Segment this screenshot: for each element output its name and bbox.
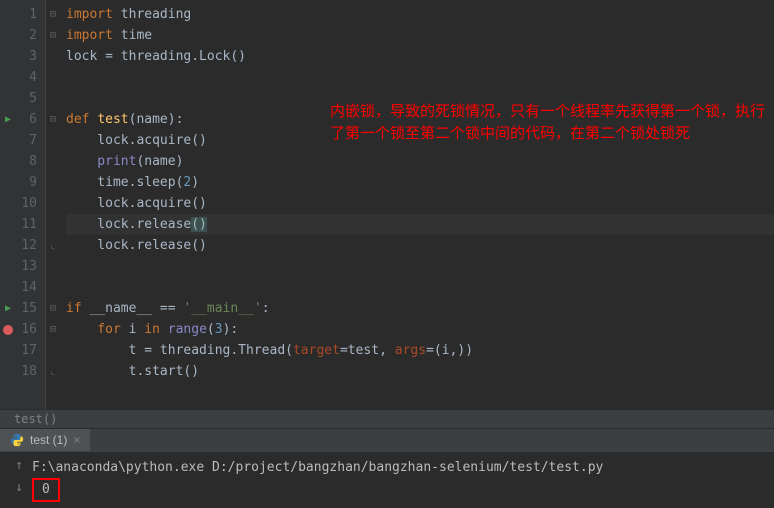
close-icon[interactable]: ×: [73, 433, 80, 447]
breakpoint-icon[interactable]: [3, 325, 13, 335]
line-number-gutter: 123 456 789 101112 131415 161718: [16, 0, 46, 409]
fold-icon[interactable]: ⊟: [46, 319, 60, 340]
scroll-up-icon[interactable]: ↑: [8, 458, 30, 480]
console-panel: ↑ ↓ F:\anaconda\python.exe D:/project/ba…: [0, 451, 774, 508]
code-editor[interactable]: import threading import time lock = thre…: [60, 0, 774, 409]
annotation-text: 内嵌锁，导致的死锁情况，只有一个线程率先获得第一个锁，执行了第一个锁至第二个锁中…: [330, 101, 770, 145]
console-controls: ↑ ↓: [8, 458, 30, 502]
breadcrumb[interactable]: test(): [0, 409, 774, 428]
console-output[interactable]: F:\anaconda\python.exe D:/project/bangzh…: [32, 458, 766, 502]
scroll-down-icon[interactable]: ↓: [8, 480, 30, 502]
fold-icon[interactable]: ⊟: [46, 4, 60, 25]
fold-icon[interactable]: ⊟: [46, 25, 60, 46]
fold-icon[interactable]: ⊟: [46, 109, 60, 130]
fold-icon[interactable]: ⊟: [46, 298, 60, 319]
console-tab-bar: test (1) ×: [0, 428, 774, 451]
run-gutter-icon[interactable]: ▶: [5, 114, 11, 125]
console-tab[interactable]: test (1) ×: [0, 429, 90, 451]
marker-column: ▶ ▶: [0, 0, 16, 409]
editor-area: ▶ ▶ 123 456 789 101112 131415 161718 ⊟ ⊟…: [0, 0, 774, 409]
highlighted-output: 0: [32, 478, 60, 502]
console-command: F:\anaconda\python.exe D:/project/bangzh…: [32, 458, 766, 478]
run-gutter-icon[interactable]: ▶: [5, 303, 11, 314]
python-icon: [10, 433, 24, 447]
fold-column: ⊟ ⊟ ⊟ ⌞ ⊟ ⊟ ⌞: [46, 0, 60, 409]
tab-label: test (1): [30, 433, 67, 447]
